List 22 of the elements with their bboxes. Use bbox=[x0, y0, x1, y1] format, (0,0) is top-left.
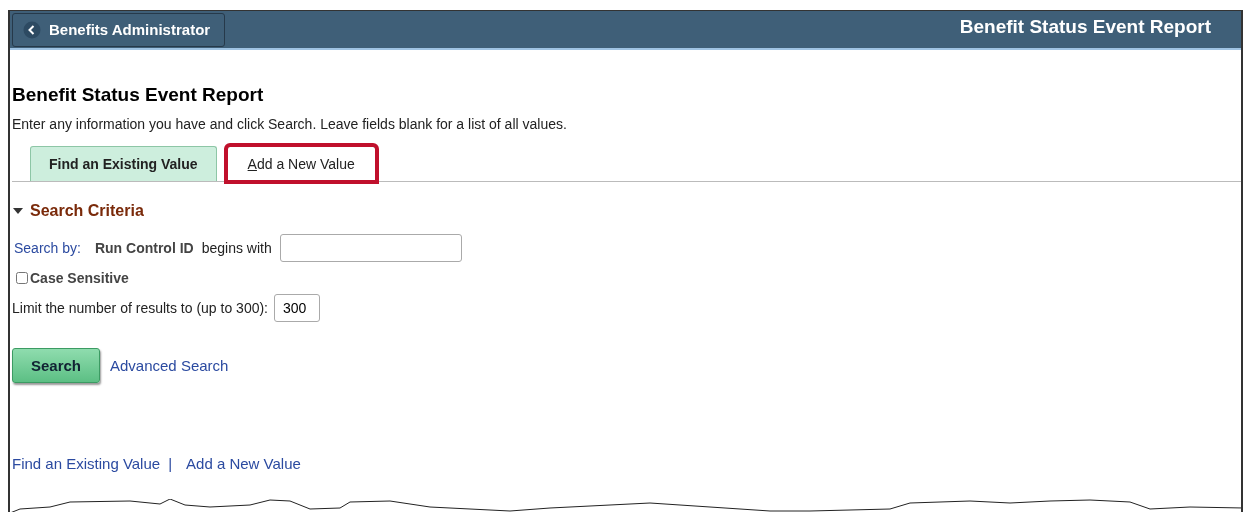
search-by-label: Search by: bbox=[14, 240, 81, 256]
checkbox[interactable] bbox=[16, 272, 28, 284]
instructions-text: Enter any information you have and click Search. Leave fields blank for a list of all values. bbox=[12, 116, 568, 132]
search-button[interactable]: Search bbox=[12, 348, 100, 383]
limit-field[interactable]: 300 bbox=[274, 294, 320, 322]
run-control-id-field[interactable] bbox=[279, 234, 462, 262]
limit-label: Limit the number of results to (up to 300): bbox=[12, 300, 268, 316]
checkbox-label: Case Sensitive bbox=[30, 270, 129, 286]
footer-link[interactable]: Add a New Value bbox=[186, 455, 301, 472]
link-separator: | bbox=[168, 455, 173, 472]
back-button[interactable]: Benefits Administrator bbox=[12, 12, 226, 47]
field-name-label: Run Control ID bbox=[94, 240, 194, 256]
tab[interactable]: Add a New Value bbox=[226, 146, 376, 181]
advanced-search-link[interactable]: Advanced Search bbox=[110, 357, 229, 374]
search-criteria-toggle[interactable]: Search Criteria bbox=[12, 202, 1241, 220]
section-title: Search Criteria bbox=[30, 202, 144, 220]
header-title: Benefit Status Event Report bbox=[959, 15, 1211, 38]
footer-link[interactable]: Find an Existing Value bbox=[12, 455, 161, 472]
tab[interactable]: Find an Existing Value bbox=[30, 146, 217, 181]
back-icon bbox=[23, 20, 41, 39]
page-title: Benefit Status Event Report bbox=[12, 84, 265, 106]
operator-label: begins with bbox=[201, 240, 272, 256]
